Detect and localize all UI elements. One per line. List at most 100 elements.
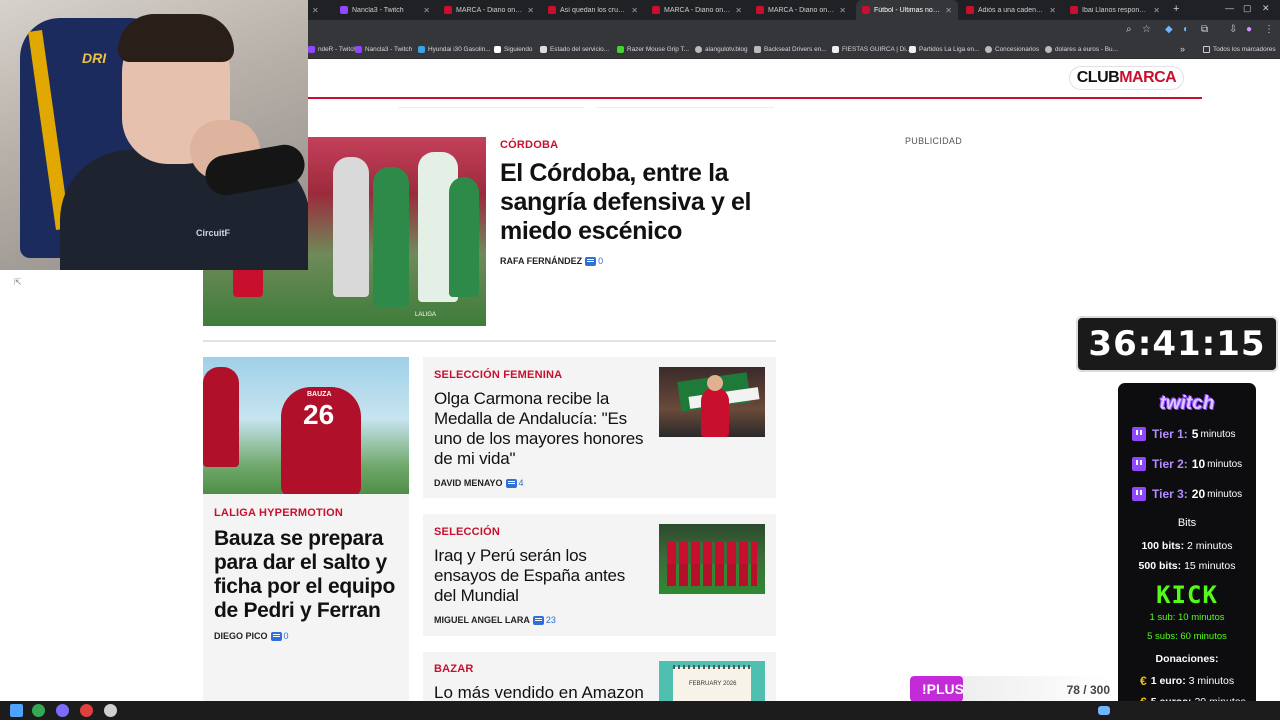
browser-tab-3[interactable]: Así quedan los cruces de✕ [542,0,644,20]
avatar-icon[interactable]: ● [1246,24,1252,35]
jersey-number: 26 [303,399,335,430]
bookmark-11[interactable]: dolares a euros - Bu... [1045,40,1118,58]
bookmark-5[interactable]: Razer Mouse Grip T... [617,40,689,58]
comments-link[interactable]: 0 [270,631,289,641]
article-bauza-kicker[interactable]: LaLiga Hypermotion [214,507,343,519]
chrome-icon[interactable] [32,704,45,717]
maximize-icon[interactable]: ▢ [1243,3,1252,14]
article-iraq-title[interactable]: Iraq y Perú serán los ensayos de España … [434,546,644,606]
bookmark-3[interactable]: Siguiendo [494,40,532,58]
team-photo-row [667,564,757,586]
marca-icon [966,6,974,14]
bookmark-1[interactable]: Nancla3 - Twitch [355,40,412,58]
browser-tab-1[interactable]: Nancla3 - Twitch ✕ [334,0,436,20]
article-image-bazar[interactable]: FEBRUARY 2026 [659,661,765,701]
comment-icon [270,631,282,641]
twitch-icon [1132,487,1146,501]
bookmark-10[interactable]: Concesionarios [985,40,1039,58]
browser-tab-4[interactable]: MARCA - Diario online líd✕ [646,0,748,20]
browser-tab-5[interactable]: MARCA - Diario online líd✕ [750,0,852,20]
tier-row-3: Tier 3: 20 minutos [1132,487,1242,501]
minimize-icon[interactable]: — [1225,3,1234,13]
article-olga-author[interactable]: DAVID MENAYO [434,478,503,488]
tier-row-1: Tier 1: 5 minutos [1132,427,1236,441]
obs-icon[interactable] [80,704,93,717]
search-icon[interactable]: ⌕ [1126,24,1132,35]
club-marca-prefix: CLUB [1076,69,1120,86]
calendar-label: FEBRUARY 2026 [689,681,737,687]
sub-rewards-panel: twitch Tier 1: 5 minutos Tier 2: 10 minutos … [1115,380,1259,716]
article-image-iraq[interactable] [659,524,765,594]
close-icon[interactable]: ✕ [631,6,638,15]
close-icon[interactable]: ✕ [423,6,430,15]
app-icon[interactable] [104,704,117,717]
windows-start-icon[interactable] [10,704,23,717]
close-icon[interactable]: ✕ [312,6,319,15]
close-window-icon[interactable]: ✕ [1262,3,1270,14]
article-bauza-title[interactable]: Bauza se prepara para dar el salto y fic… [214,527,404,623]
new-tab-button[interactable]: + [1173,3,1179,15]
comments-link[interactable]: 4 [505,478,524,488]
article-olga-kicker[interactable]: Selección Femenina [434,369,562,381]
cloud-icon[interactable] [1098,706,1110,715]
article-main-author[interactable]: RAFA FERNÁNDEZ [500,256,582,266]
download-icon[interactable]: ⇩ [1229,24,1237,35]
browser-tab-8[interactable]: Ibai Llanos responde a un✕ [1064,0,1166,20]
comments-link[interactable]: 0 [585,256,603,266]
close-icon[interactable]: ✕ [945,6,952,15]
bookmark-4[interactable]: Estado del servicio... [540,40,609,58]
bookmark-7[interactable]: Backseat Drivers en... [754,40,827,58]
browser-tab-0[interactable]: ✕ [308,0,334,20]
twitch-icon [1132,457,1146,471]
puzzle-icon[interactable]: ⧉ [1201,24,1208,35]
close-icon[interactable]: ✕ [1049,6,1056,15]
page-icon [754,45,761,53]
bookmark-0[interactable]: ndeR - Twitch [308,40,357,58]
club-marca-suffix: MARCA [1119,69,1177,86]
article-bazar-kicker[interactable]: Bazar [434,663,474,675]
extension-icon[interactable]: ◆ [1165,24,1173,35]
donations-title: Donaciones: [1155,653,1219,665]
article-olga-title[interactable]: Olga Carmona recibe la Medalla de Andalu… [434,389,644,469]
article-iraq-author[interactable]: MIGUEL ANGEL LARA [434,615,530,625]
star-icon[interactable]: ☆ [1142,24,1151,35]
bookmark-8[interactable]: FIESTAS GUIRCA | Di... [832,40,911,58]
club-marca-button[interactable]: CLUB MARCA [1070,67,1183,89]
all-bookmarks-button[interactable]: Todos los marcadores [1203,40,1276,58]
globe-icon [695,45,702,53]
player-figure [701,387,729,437]
close-icon[interactable]: ✕ [1153,6,1160,15]
plus-progress-bar: !PLUS 78 / 300 [910,676,1112,702]
comments-link[interactable]: 23 [532,615,556,625]
extension-icon[interactable]: ◐ [1183,24,1189,35]
article-main-byline: RAFA FERNÁNDEZ 0 [500,256,603,266]
close-icon[interactable]: ✕ [735,6,742,15]
app-icon[interactable] [56,704,69,717]
browser-tab-active[interactable]: Fútbol - Últimas noticias ✕ [856,0,958,20]
hyundai-icon [418,45,425,53]
image-watermark: LALIGA [415,312,437,318]
bookmark-2[interactable]: Hyundai i30 Gasolin... [418,40,491,58]
article-iraq-kicker[interactable]: Selección [434,526,500,538]
close-icon[interactable]: ✕ [527,6,534,15]
browser-tab-2[interactable]: MARCA - Diario online líd✕ [438,0,540,20]
article-image-bauza[interactable]: 26 BAUZA [203,357,409,494]
article-bazar-title[interactable]: Lo más vendido en Amazon [434,683,654,703]
article-main-title[interactable]: El Córdoba, entre la sangría defensiva y… [500,159,775,246]
player-figure [449,177,479,297]
browser-tab-7[interactable]: Adiós a una cadena de pl✕ [960,0,1062,20]
article-bauza-author[interactable]: DIEGO PICO [214,631,268,641]
bookmark-9[interactable]: Partidos La Liga en... [909,40,979,58]
bookmark-6[interactable]: alangulotv.blog [695,40,748,58]
marca-icon [1070,6,1078,14]
menu-icon[interactable]: ⋮ [1264,24,1274,35]
kick-logo: KICK [1156,581,1218,609]
bookmarks-more-button[interactable]: » [1180,40,1185,58]
article-image-olga[interactable] [659,367,765,437]
streamer-hair [118,14,234,62]
twitch-icon [340,6,348,14]
close-icon[interactable]: ✕ [839,6,846,15]
article-main-kicker[interactable]: Córdoba [500,139,558,151]
subathon-timer: 36:41:15 [1076,316,1278,372]
header-card [398,99,584,108]
